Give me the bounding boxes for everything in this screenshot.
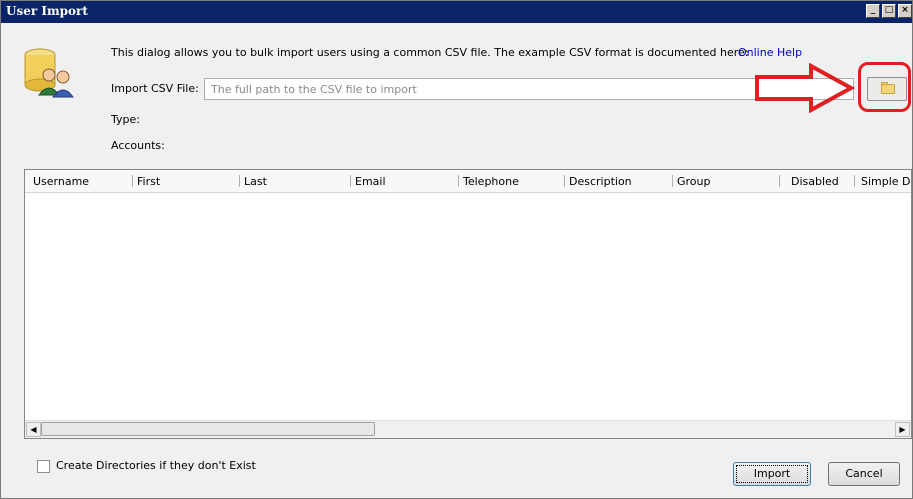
red-arrow-annotation [755,63,855,113]
scroll-right-icon[interactable]: ▶ [895,422,910,437]
column-header-last[interactable]: Last [244,175,267,188]
accounts-label: Accounts: [111,139,165,152]
column-separator[interactable] [132,175,133,187]
column-header-telephone[interactable]: Telephone [463,175,519,188]
create-directories-label[interactable]: Create Directories if they don't Exist [56,459,256,472]
minimize-button[interactable]: _ [866,4,880,18]
scroll-left-icon[interactable]: ◀ [26,422,41,437]
title-bar[interactable]: User Import _ □ × [1,1,912,23]
column-header-simple-di[interactable]: Simple Di [861,175,911,188]
grid-header: Username First Last Email Telephone Desc… [25,170,911,193]
red-highlight-annotation [858,62,911,112]
user-import-dialog: User Import _ □ × This dialog allows you… [0,0,913,499]
column-header-email[interactable]: Email [355,175,386,188]
column-separator[interactable] [350,175,351,187]
column-separator[interactable] [672,175,673,187]
close-button[interactable]: × [898,4,912,18]
scrollbar-thumb[interactable] [41,422,375,436]
cancel-button[interactable]: Cancel [828,462,900,486]
column-header-username[interactable]: Username [33,175,89,188]
column-header-description[interactable]: Description [569,175,632,188]
window-title: User Import [6,4,88,18]
column-separator[interactable] [239,175,240,187]
column-separator[interactable] [564,175,565,187]
window-controls: _ □ × [866,4,912,18]
csv-file-label: Import CSV File: [111,82,199,95]
horizontal-scrollbar[interactable]: ◀ ▶ [25,420,911,438]
column-header-group[interactable]: Group [677,175,711,188]
online-help-link[interactable]: Online Help [738,46,802,59]
column-separator[interactable] [854,175,855,187]
type-label: Type: [111,113,140,126]
column-header-disabled[interactable]: Disabled [791,175,839,188]
column-separator[interactable] [779,175,780,187]
maximize-button[interactable]: □ [882,4,896,18]
column-separator[interactable] [458,175,459,187]
dialog-description: This dialog allows you to bulk import us… [111,46,749,59]
create-directories-checkbox[interactable] [37,460,50,473]
users-grid[interactable]: Username First Last Email Telephone Desc… [24,169,912,439]
user-database-icon [24,48,74,98]
import-button[interactable]: Import [733,462,811,486]
column-header-first[interactable]: First [137,175,160,188]
